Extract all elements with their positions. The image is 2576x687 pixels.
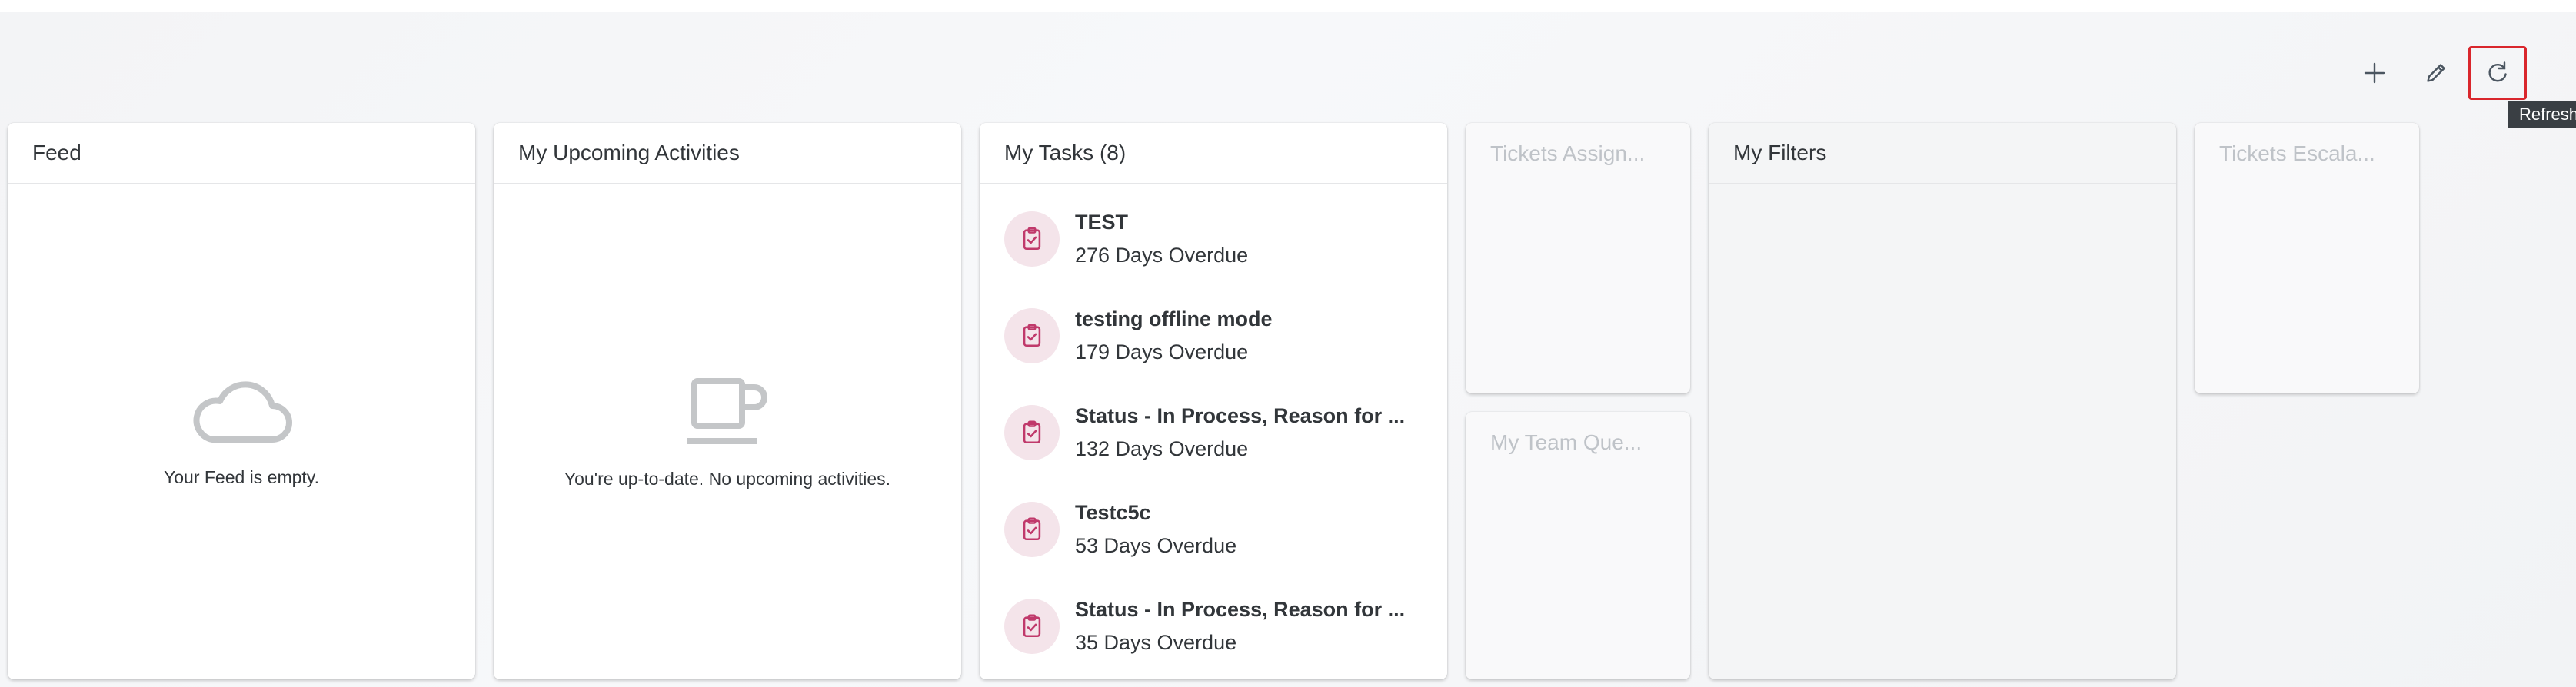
feed-empty-text: Your Feed is empty.: [164, 467, 319, 487]
top-strip: [0, 0, 2576, 12]
refresh-tooltip: Refresh: [2508, 101, 2576, 128]
clipboard-check-icon: [1023, 517, 1041, 541]
task-icon-circle: [1004, 308, 1060, 363]
activities-empty-state: You're up-to-date. No upcoming activitie…: [494, 377, 961, 490]
team-queue-card[interactable]: My Team Que...: [1466, 412, 1690, 679]
pencil-icon: [2427, 64, 2445, 82]
plus-icon: [2364, 62, 2385, 84]
clipboard-check-icon: [1023, 324, 1041, 347]
card-title[interactable]: My Filters: [1709, 123, 2176, 184]
task-icon-circle: [1004, 502, 1060, 557]
task-overdue: 53 Days Overdue: [1075, 534, 1237, 557]
refresh-button[interactable]: [2468, 46, 2527, 100]
task-overdue: 179 Days Overdue: [1075, 340, 1249, 363]
task-item[interactable]: Status - In Process, Reason for ... 35 D…: [980, 578, 1447, 675]
clipboard-check-icon: [1023, 420, 1041, 444]
task-title: testing offline mode: [1075, 307, 1273, 330]
card-title[interactable]: My Upcoming Activities: [494, 123, 961, 184]
task-item[interactable]: Testc5c 53 Days Overdue: [980, 481, 1447, 578]
feed-empty-state: Your Feed is empty.: [8, 377, 475, 488]
task-title: Testc5c: [1075, 501, 1151, 524]
tickets-assigned-card[interactable]: Tickets Assign...: [1466, 123, 1690, 393]
refresh-icon: [2488, 61, 2507, 82]
coffee-cup-icon: [687, 378, 767, 444]
task-overdue: 35 Days Overdue: [1075, 631, 1237, 654]
card-title[interactable]: Tickets Assign...: [1466, 123, 1690, 184]
tickets-escalated-card[interactable]: Tickets Escala...: [2195, 123, 2419, 393]
header-toolbar: [2345, 46, 2576, 100]
my-tasks-card[interactable]: My Tasks (8) TEST 276 Days Overdue testi…: [980, 123, 1447, 679]
upcoming-activities-card[interactable]: My Upcoming Activities You're up-to-date…: [494, 123, 961, 679]
my-filters-card[interactable]: My Filters: [1709, 123, 2176, 679]
card-title[interactable]: Feed: [8, 123, 475, 184]
cloud-icon: [193, 381, 292, 443]
card-title[interactable]: My Team Que...: [1466, 412, 1690, 473]
task-title: TEST: [1075, 211, 1129, 234]
task-title: Status - In Process, Reason for ...: [1075, 404, 1406, 427]
task-overdue: 132 Days Overdue: [1075, 437, 1249, 460]
card-title[interactable]: My Tasks (8): [980, 123, 1447, 184]
task-item[interactable]: testing offline mode 179 Days Overdue: [980, 287, 1447, 384]
clipboard-check-icon: [1023, 614, 1041, 638]
activities-empty-text: You're up-to-date. No upcoming activitie…: [564, 469, 891, 489]
task-icon-circle: [1004, 405, 1060, 460]
feed-card[interactable]: Feed Your Feed is empty.: [8, 123, 475, 679]
task-item[interactable]: TEST 276 Days Overdue: [980, 191, 1447, 287]
card-title[interactable]: Tickets Escala...: [2195, 123, 2419, 184]
task-icon-circle: [1004, 211, 1060, 267]
clipboard-check-icon: [1023, 227, 1041, 251]
edit-button[interactable]: [2407, 46, 2465, 100]
task-item[interactable]: Status - In Process, Reason for ... 132 …: [980, 384, 1447, 481]
task-overdue: 276 Days Overdue: [1075, 244, 1249, 267]
task-title: Status - In Process, Reason for ...: [1075, 598, 1406, 621]
add-button[interactable]: [2345, 46, 2404, 100]
task-icon-circle: [1004, 599, 1060, 654]
